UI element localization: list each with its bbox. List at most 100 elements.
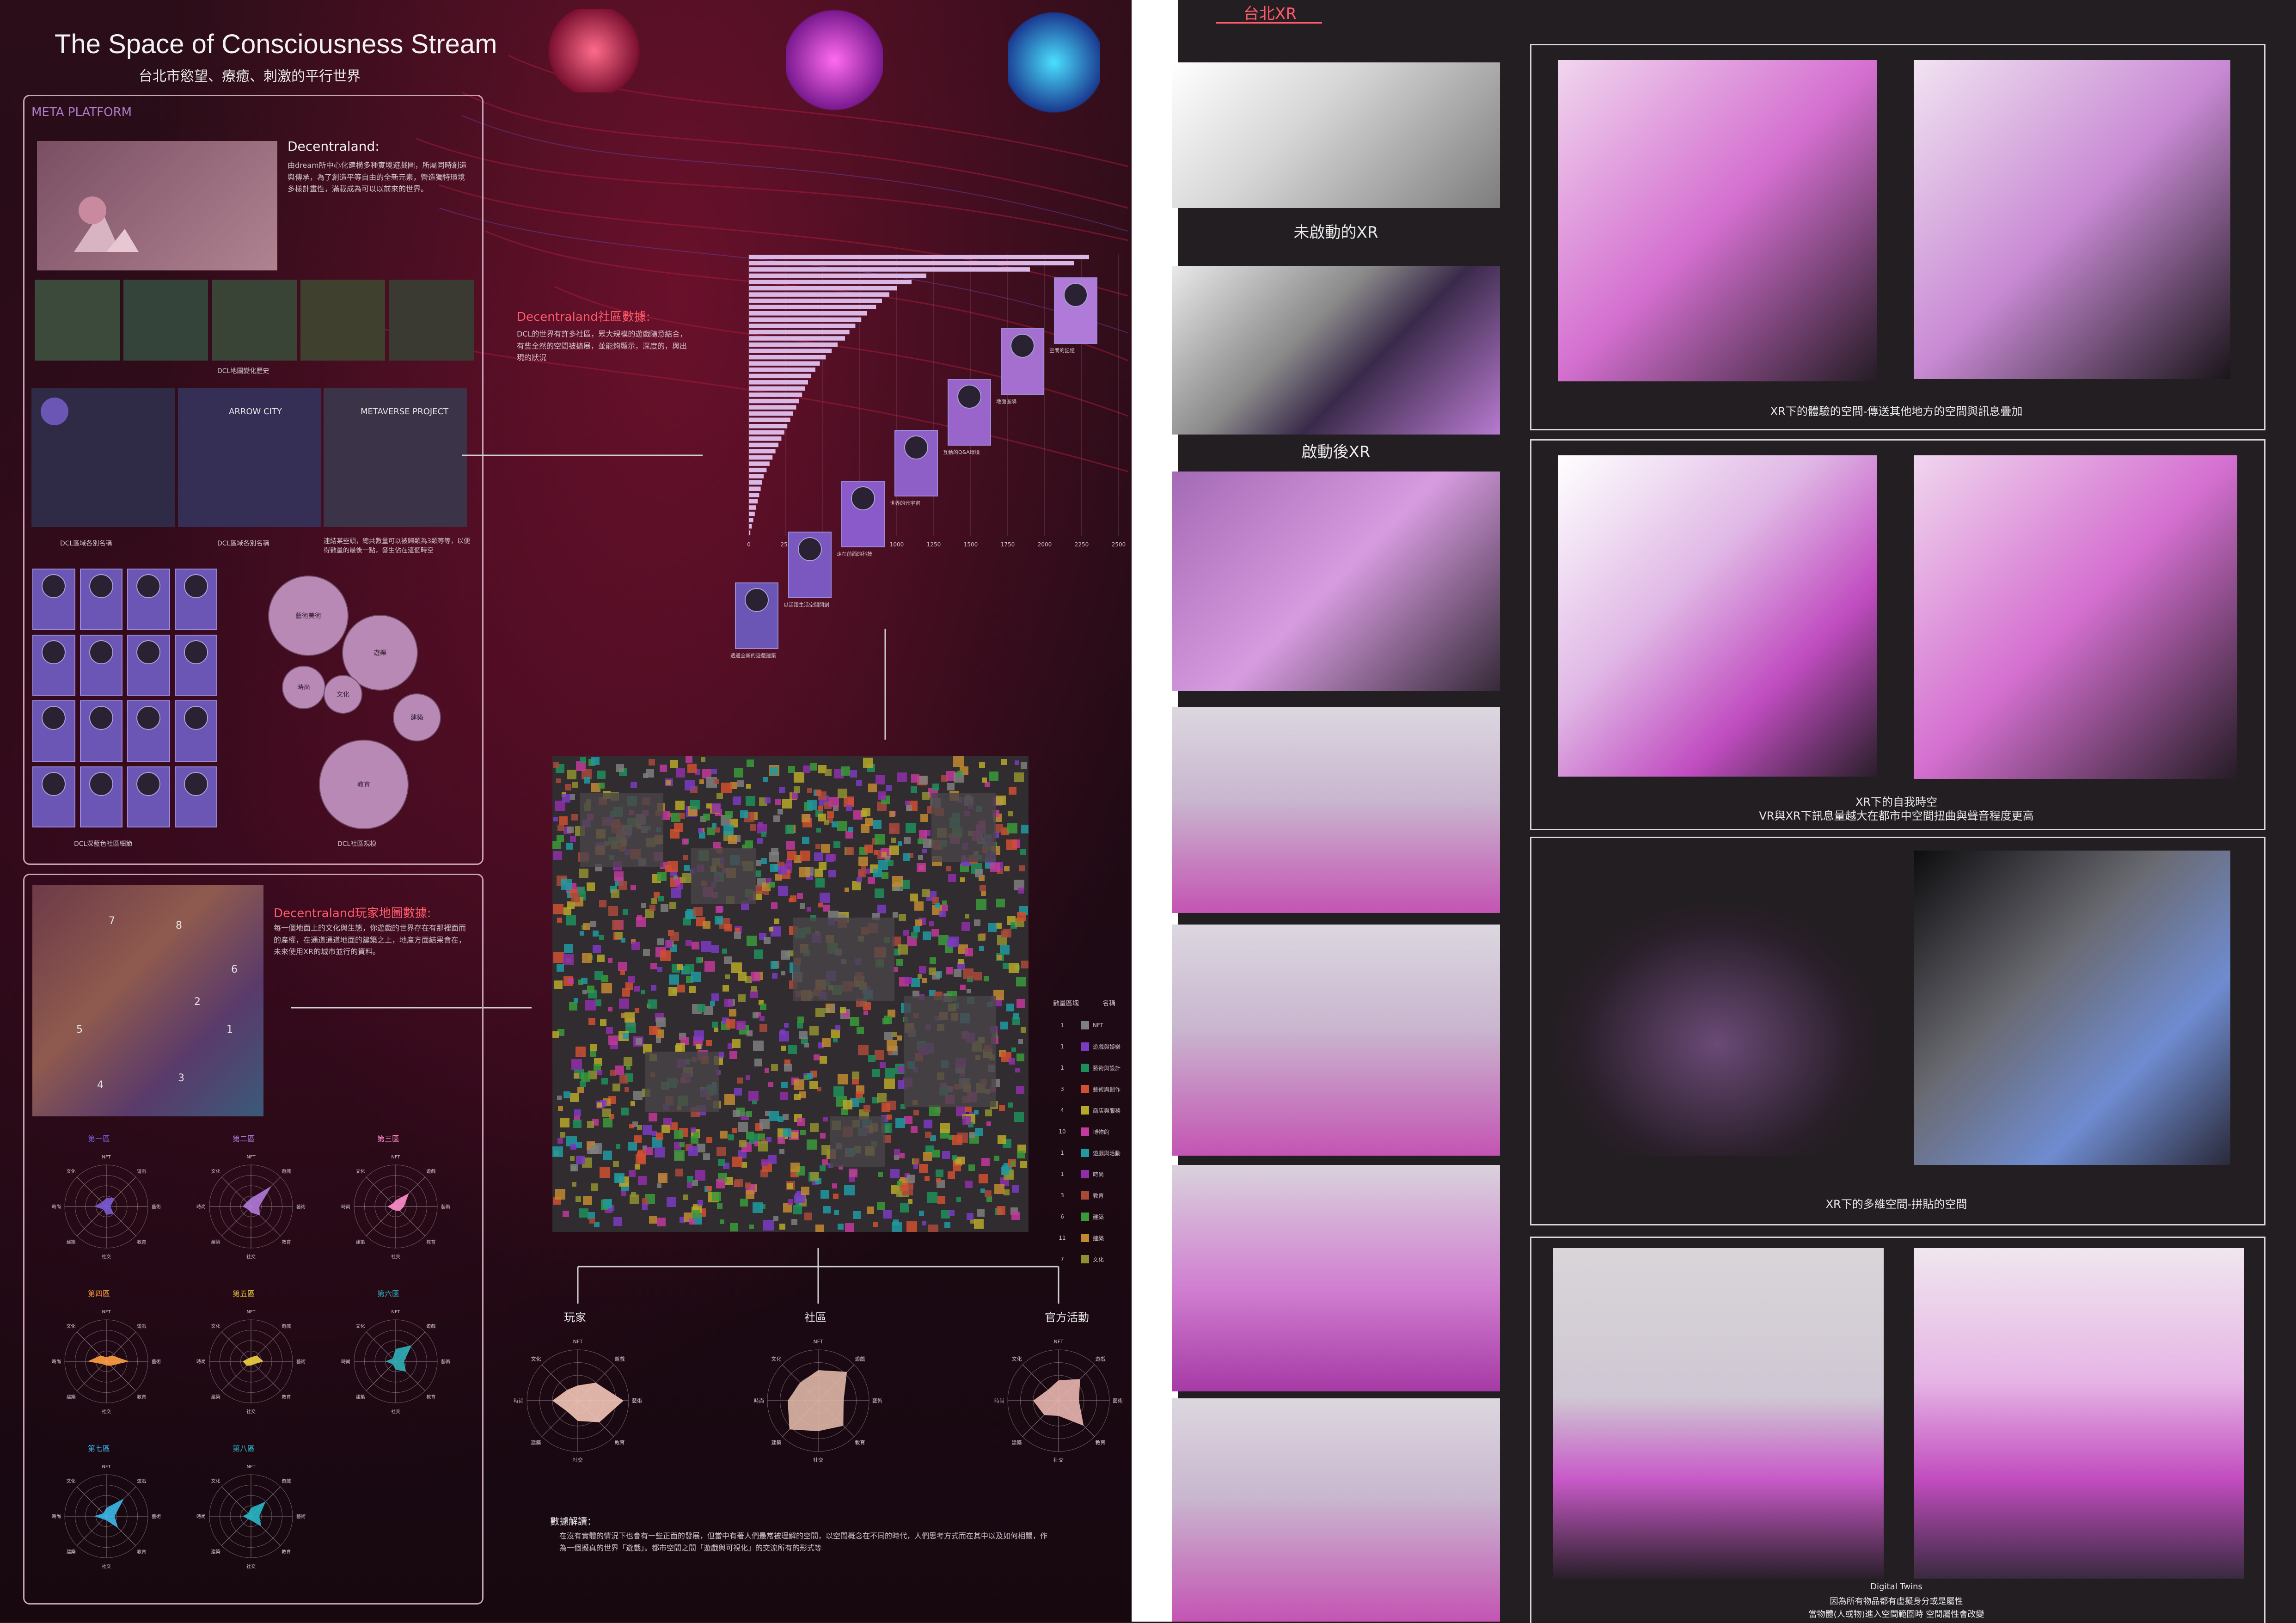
land-parcel: [833, 1038, 838, 1042]
radar-axis-label: 時尚: [52, 1513, 61, 1519]
land-parcel: [613, 1161, 619, 1167]
land-parcel: [948, 1171, 955, 1179]
land-parcel: [714, 1028, 718, 1032]
land-parcel: [668, 987, 677, 996]
land-parcel: [655, 1147, 665, 1158]
land-parcel: [877, 905, 886, 913]
legend-row: 1 藝術與設計: [1053, 1057, 1129, 1078]
land-parcel: [699, 779, 704, 784]
legend-count: 1: [1060, 1150, 1064, 1156]
land-parcel: [769, 882, 775, 888]
radar-axis-label: NFT: [102, 1155, 111, 1160]
land-parcel: [790, 895, 796, 902]
land-parcel: [928, 1225, 938, 1232]
bar: [749, 361, 820, 366]
land-parcel: [896, 959, 903, 966]
frame1-caption: XR下的體驗的空間-傳送其他地方的空間與訊息疊加: [1770, 405, 2023, 418]
land-parcel: [906, 805, 912, 811]
land-parcel: [571, 1059, 582, 1070]
land-parcel: [711, 945, 719, 953]
radar-shape: [387, 1193, 409, 1211]
land-parcel: [791, 1132, 798, 1139]
bar: [749, 430, 784, 435]
land-parcel: [711, 769, 717, 774]
radar-axis-label: 社交: [246, 1563, 256, 1569]
land-parcel: [692, 1210, 700, 1218]
land-parcel: [716, 793, 723, 799]
land-parcel: [965, 1181, 973, 1188]
legend-swatch: [1081, 1042, 1089, 1051]
land-parcel: [703, 1153, 710, 1160]
land-parcel: [780, 1029, 785, 1035]
radar-axis-label: 文化: [356, 1323, 365, 1329]
land-parcel: [914, 1158, 919, 1164]
radar-axis-label: 教育: [137, 1394, 146, 1400]
radar-axis-label: 藝術: [296, 1513, 306, 1519]
legend-name: 藝術與創作: [1093, 1086, 1121, 1093]
land-parcel: [918, 839, 923, 844]
radar-axis-label: 藝術: [441, 1359, 450, 1365]
land-parcel: [804, 1213, 812, 1220]
land-parcel: [858, 869, 866, 877]
radar-title: 第五區: [233, 1289, 255, 1298]
land-parcel: [761, 858, 767, 864]
radar-axis-label: 文化: [1011, 1355, 1022, 1362]
land-parcel: [857, 1027, 864, 1034]
radar-axis-label: NFT: [246, 1310, 256, 1315]
legend-swatch: [1081, 1106, 1089, 1115]
land-parcel: [905, 801, 910, 805]
land-parcel: [649, 1113, 657, 1121]
land-parcel: [581, 1072, 590, 1082]
land-parcel: [802, 837, 809, 844]
land-parcel: [815, 1225, 824, 1232]
land-parcel: [779, 787, 785, 793]
land-parcel: [974, 1219, 984, 1229]
land-parcel: [712, 1022, 718, 1028]
land-parcel: [793, 1205, 802, 1214]
radar-axis-label: 建築: [67, 1549, 76, 1555]
land-parcel: [667, 861, 678, 872]
land-parcel: [889, 811, 895, 817]
land-parcel: [676, 1043, 685, 1052]
category-radar-title: 官方活動: [1045, 1311, 1089, 1324]
bar: [749, 461, 770, 466]
land-parcel: [827, 811, 834, 818]
land-parcel: [778, 809, 783, 815]
land-parcel: [706, 1040, 712, 1046]
caption-xr-on: 啟動後XR: [1301, 443, 1371, 461]
zone-number: 6: [231, 964, 238, 975]
radar-axis-label: 時尚: [754, 1397, 764, 1404]
land-parcel: [739, 1140, 747, 1147]
land-parcel: [753, 1041, 764, 1051]
radar-shape: [94, 1498, 124, 1528]
land-parcel: [563, 954, 574, 965]
bar: [749, 511, 755, 516]
legend-row: 3 教育: [1053, 1185, 1129, 1206]
land-parcel: [794, 772, 804, 783]
land-parcel: [764, 937, 771, 944]
land-parcel: [919, 776, 928, 784]
land-parcel: [814, 1054, 820, 1060]
timeline-avatar: [798, 537, 822, 561]
frame3-caption: XR下的多維空間-拼貼的空間: [1825, 1198, 1967, 1211]
land-parcel: [823, 1206, 831, 1213]
land-parcel: [669, 974, 679, 985]
land-parcel: [922, 849, 927, 853]
land-parcel: [1016, 1053, 1024, 1061]
land-parcel: [612, 1084, 620, 1091]
radar-shape: [552, 1383, 624, 1422]
bar: [749, 505, 756, 510]
land-parcel: [858, 1045, 869, 1055]
bar: [749, 486, 761, 491]
land-parcel: [877, 1202, 885, 1210]
land-parcel: [961, 922, 970, 931]
land-parcel: [771, 961, 778, 969]
land-parcel: [593, 931, 599, 937]
bar: [749, 386, 805, 391]
land-parcel: [722, 949, 727, 954]
land-parcel: [753, 1202, 763, 1213]
player-data-title: Decentraland玩家地圖數據:: [274, 906, 431, 920]
land-parcel: [657, 938, 664, 945]
land-parcel: [952, 1135, 962, 1145]
land-parcel: [907, 1175, 915, 1183]
